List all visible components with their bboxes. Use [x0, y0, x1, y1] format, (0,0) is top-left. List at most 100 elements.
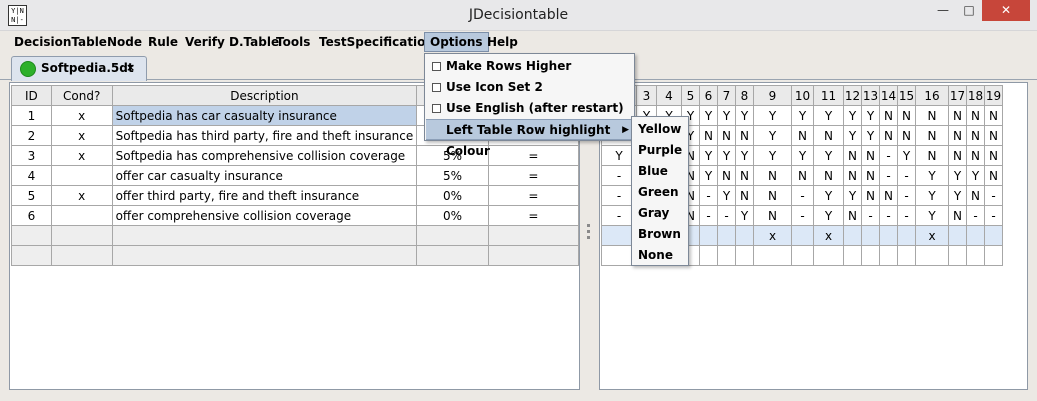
- rule-cell[interactable]: N: [843, 145, 862, 166]
- colour-option-none[interactable]: None: [633, 245, 687, 266]
- rule-cell[interactable]: Y: [915, 185, 949, 206]
- rule-cell[interactable]: Y: [699, 145, 718, 166]
- cell-description[interactable]: Softpedia has third party, fire and thef…: [111, 125, 418, 146]
- table-row[interactable]: [11, 225, 580, 246]
- rule-column-header[interactable]: 10: [791, 85, 814, 106]
- rule-cell[interactable]: N: [735, 125, 754, 146]
- rule-cell[interactable]: [717, 225, 736, 246]
- menu-item-make-rows-higher[interactable]: Make Rows Higher: [426, 56, 633, 77]
- cell-description[interactable]: [111, 225, 418, 246]
- cell-percent[interactable]: [416, 245, 489, 266]
- colour-option-green[interactable]: Green: [633, 182, 687, 203]
- rule-cell[interactable]: [813, 245, 844, 266]
- cell-description[interactable]: offer car casualty insurance: [111, 165, 418, 186]
- cell-description[interactable]: offer comprehensive collision coverage: [111, 205, 418, 226]
- rule-cell[interactable]: -: [897, 165, 916, 186]
- rule-cell[interactable]: [861, 225, 880, 246]
- rule-cell[interactable]: N: [966, 145, 985, 166]
- checkbox-icon[interactable]: [432, 62, 441, 71]
- rule-cell[interactable]: Y: [699, 105, 718, 126]
- rule-cell[interactable]: Y: [966, 165, 985, 186]
- cell-cond[interactable]: [50, 245, 113, 266]
- rule-cell[interactable]: [735, 245, 754, 266]
- rule-cell[interactable]: Y: [735, 205, 754, 226]
- menu-rule[interactable]: Rule: [143, 32, 183, 52]
- rule-cell[interactable]: N: [843, 165, 862, 186]
- rule-column-header[interactable]: 17: [948, 85, 967, 106]
- cell-cond[interactable]: [50, 225, 113, 246]
- rule-cell[interactable]: x: [813, 225, 844, 246]
- rule-cell[interactable]: -: [879, 205, 898, 226]
- rule-cell[interactable]: Y: [813, 105, 844, 126]
- rule-cell[interactable]: [699, 245, 718, 266]
- cell-cond[interactable]: x: [50, 105, 113, 126]
- rule-cell[interactable]: [735, 225, 754, 246]
- table-row[interactable]: [11, 245, 580, 266]
- rule-cell[interactable]: Y: [915, 205, 949, 226]
- rule-cell[interactable]: Y: [813, 205, 844, 226]
- rule-cell[interactable]: [897, 245, 916, 266]
- rule-cell[interactable]: N: [699, 125, 718, 146]
- rule-column-header[interactable]: 14: [879, 85, 898, 106]
- cell-cond[interactable]: x: [50, 125, 113, 146]
- menu-tools[interactable]: Tools: [271, 32, 315, 52]
- rule-cell[interactable]: N: [897, 125, 916, 146]
- rule-column-header[interactable]: 15: [897, 85, 916, 106]
- cell-percent[interactable]: [416, 225, 489, 246]
- rule-cell[interactable]: [753, 245, 792, 266]
- rule-column-header[interactable]: 6: [699, 85, 718, 106]
- cell-id[interactable]: 3: [11, 145, 52, 166]
- rule-cell[interactable]: N: [966, 105, 985, 126]
- rule-cell[interactable]: Y: [843, 185, 862, 206]
- rule-column-header[interactable]: 18: [966, 85, 985, 106]
- rule-cell[interactable]: Y: [948, 185, 967, 206]
- rule-cell[interactable]: Y: [717, 105, 736, 126]
- colour-option-blue[interactable]: Blue: [633, 161, 687, 182]
- rule-cell[interactable]: Y: [753, 125, 792, 146]
- rule-cell[interactable]: Y: [843, 125, 862, 146]
- rule-column-header[interactable]: 4: [656, 85, 682, 106]
- cell-operator[interactable]: [487, 245, 580, 266]
- rule-cell[interactable]: [879, 225, 898, 246]
- rule-cell[interactable]: N: [791, 165, 814, 186]
- colour-option-gray[interactable]: Gray: [633, 203, 687, 224]
- rule-cell[interactable]: N: [879, 185, 898, 206]
- cell-percent[interactable]: 0%: [416, 185, 489, 206]
- rule-cell[interactable]: N: [843, 205, 862, 226]
- cell-percent[interactable]: 0%: [416, 205, 489, 226]
- table-row[interactable]: 4 offer car casualty insurance 5% =: [11, 165, 580, 186]
- menu-verify-dtable[interactable]: Verify D.Table: [180, 32, 284, 52]
- cell-cond[interactable]: x: [50, 145, 113, 166]
- rule-column-header[interactable]: 11: [813, 85, 844, 106]
- rule-cell[interactable]: N: [879, 125, 898, 146]
- rule-cell[interactable]: Y: [717, 185, 736, 206]
- rule-cell[interactable]: N: [791, 125, 814, 146]
- column-header-description[interactable]: Description: [111, 85, 418, 106]
- checkbox-icon[interactable]: [432, 83, 441, 92]
- column-header-id[interactable]: ID: [11, 85, 52, 106]
- colour-option-brown[interactable]: Brown: [633, 224, 687, 245]
- rule-cell[interactable]: N: [948, 105, 967, 126]
- rule-cell[interactable]: -: [984, 205, 1003, 226]
- rule-cell[interactable]: [843, 245, 862, 266]
- rule-cell[interactable]: N: [948, 145, 967, 166]
- rule-column-header[interactable]: 3: [636, 85, 657, 106]
- rule-cell[interactable]: -: [861, 205, 880, 226]
- rule-cell[interactable]: N: [948, 205, 967, 226]
- cell-id[interactable]: 1: [11, 105, 52, 126]
- menu-decisiontable[interactable]: DecisionTable: [9, 32, 112, 52]
- menu-node[interactable]: Node: [102, 32, 147, 52]
- rule-cell[interactable]: [897, 225, 916, 246]
- rule-cell[interactable]: [699, 225, 718, 246]
- cell-description[interactable]: offer third party, fire and theft insura…: [111, 185, 418, 206]
- rule-column-header[interactable]: 13: [861, 85, 880, 106]
- rule-cell[interactable]: N: [915, 145, 949, 166]
- document-tab[interactable]: Softpedia.5dt ×: [11, 56, 147, 81]
- rule-cell[interactable]: N: [915, 105, 949, 126]
- cell-operator[interactable]: =: [487, 165, 580, 186]
- cell-id[interactable]: 5: [11, 185, 52, 206]
- rule-cell[interactable]: [984, 225, 1003, 246]
- rule-cell[interactable]: N: [753, 165, 792, 186]
- cell-cond[interactable]: [50, 205, 113, 226]
- rule-cell[interactable]: N: [717, 125, 736, 146]
